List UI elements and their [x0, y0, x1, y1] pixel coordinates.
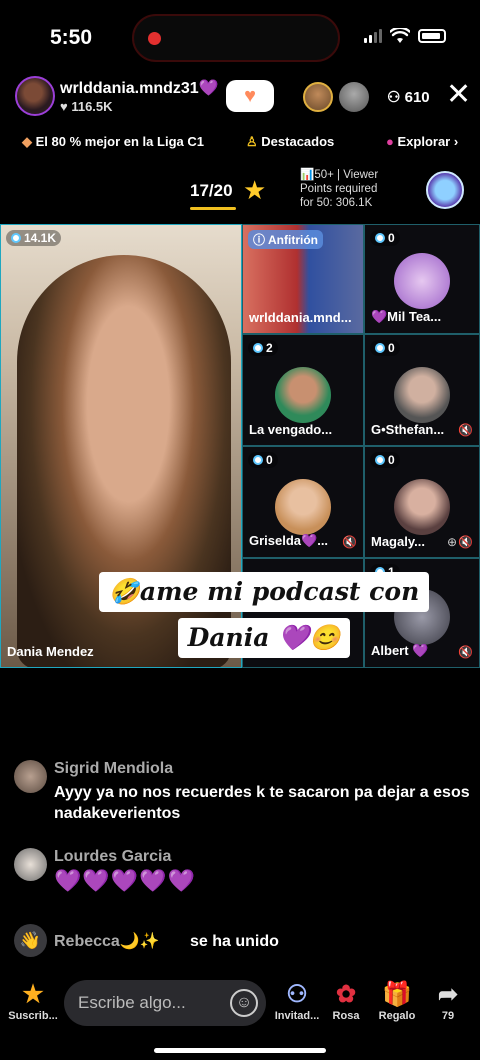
close-button[interactable]: ✕ [446, 80, 471, 110]
invite-button[interactable]: ⚇ Invitad... [272, 980, 322, 1022]
host-tag: ⓘ Anfitrión [248, 230, 324, 249]
info-icon: ⓘ [253, 233, 266, 247]
top-viewer-avatar[interactable] [303, 82, 333, 112]
video-caption: 🤣ame mi podcast con Dania 💜😊 [86, 572, 442, 658]
follow-button[interactable]: ♥ [226, 80, 274, 112]
star-icon[interactable]: ★ [243, 175, 266, 206]
gift-button[interactable]: 🎁 Regalo [374, 980, 420, 1022]
gift-icon: 🎁 [382, 981, 412, 1008]
rank-row: 17/20 ★ 📊50+ | Viewer Points required fo… [0, 165, 480, 217]
score-badge: 14.1K [6, 230, 62, 246]
top-viewer-avatar[interactable] [339, 82, 369, 112]
guest-cell[interactable]: 0 💜Mil Tea... [364, 224, 480, 334]
emoji-icon[interactable]: ☺ [230, 989, 258, 1017]
guest-cell[interactable]: 0 Griselda💜... 🔇 [242, 446, 364, 558]
guest-cell[interactable]: 0 Magaly... ⊕ 🔇 [364, 446, 480, 558]
guest-avatar [394, 479, 450, 535]
guest-avatar [275, 479, 331, 535]
person-icon: ♙ [246, 134, 258, 149]
dynamic-island [132, 14, 340, 62]
live-header: wrlddania.mndz31💜 ♥ 116.5K ♥ ⚇ 610 ✕ [0, 72, 480, 122]
commenter-avatar[interactable] [14, 760, 47, 793]
explore-link[interactable]: ● Explorar › [386, 134, 458, 149]
heart-plus-icon: ♥ [244, 84, 256, 107]
guest-cell[interactable]: 2 La vengado... [242, 334, 364, 446]
viewer-count[interactable]: ⚇ 610 [387, 88, 430, 106]
status-bar: 5:50 [0, 0, 480, 78]
share-arrow-icon: ➦ [437, 981, 459, 1008]
subscribe-button[interactable]: ★ Suscrib... [8, 980, 58, 1022]
gem-icon: ● [386, 134, 394, 149]
commenter-avatar[interactable] [14, 848, 47, 881]
star-badge-icon: ★ [22, 981, 44, 1008]
comment-text: Ayyy ya no nos recuerdes k te sacaron pa… [54, 784, 470, 822]
guest-cell[interactable]: 0 G•Sthefan... 🔇 [364, 334, 480, 446]
person-icon: ⚇ [387, 89, 405, 106]
commenter-name[interactable]: Sigrid Mendiola [54, 760, 173, 778]
league-badge[interactable]: ◆ El 80 % mejor en la Liga C1 [22, 134, 204, 150]
guest-name: Dania Mendez [7, 644, 94, 659]
host-cell[interactable]: ⓘ Anfitrión wrlddania.mnd... [242, 224, 364, 334]
join-text: se ha unido [190, 933, 279, 950]
add-icon[interactable]: ⊕ [447, 535, 457, 549]
rank-position[interactable]: 17/20 [190, 181, 233, 201]
mic-off-icon: 🔇 [458, 645, 473, 659]
rose-icon: ✿ [335, 981, 357, 1008]
guest-avatar [275, 367, 331, 423]
recording-indicator-icon [148, 32, 161, 45]
host-cell-name: wrlddania.mnd... [249, 310, 352, 325]
mic-off-icon: 🔇 [342, 535, 357, 549]
points-required[interactable]: 📊50+ | Viewer Points required for 50: 30… [300, 168, 410, 210]
people-icon: ⚇ [286, 981, 308, 1008]
info-row: ◆ El 80 % mejor en la Liga C1 ♙ Destacad… [0, 130, 480, 154]
comment-input-box[interactable]: ☺ [64, 980, 266, 1026]
diamond-icon: ◆ [22, 134, 32, 149]
mic-off-icon: 🔇 [458, 535, 473, 549]
commenter-name[interactable]: Lourdes Garcia [54, 848, 171, 866]
cellular-signal-icon [364, 29, 382, 43]
clock: 5:50 [50, 26, 93, 49]
wifi-icon [390, 28, 410, 43]
share-button[interactable]: ➦ 79 [430, 980, 466, 1022]
mic-off-icon: 🔇 [458, 423, 473, 437]
comment-text: 💜💜💜💜💜 [54, 868, 196, 893]
home-indicator[interactable] [154, 1048, 326, 1053]
featured-link[interactable]: ♙ Destacados [246, 134, 334, 150]
rose-button[interactable]: ✿ Rosa [328, 980, 364, 1022]
joiner-name[interactable]: Rebecca🌙✨ [54, 931, 160, 951]
bottom-bar: ★ Suscrib... ☺ ⚇ Invitad... ✿ Rosa 🎁 Reg… [0, 976, 480, 1036]
gift-badge-icon[interactable] [426, 171, 464, 209]
host-name[interactable]: wrlddania.mndz31💜 [60, 78, 219, 98]
system-icons [364, 28, 446, 44]
comment-input[interactable] [78, 980, 228, 1026]
wave-icon: 👋 [14, 924, 47, 957]
host-avatar[interactable] [15, 76, 55, 116]
guest-avatar [394, 367, 450, 423]
rank-progress [190, 207, 236, 210]
guest-avatar [394, 253, 450, 309]
host-likes: ♥ 116.5K [60, 99, 113, 114]
battery-icon [418, 29, 446, 43]
